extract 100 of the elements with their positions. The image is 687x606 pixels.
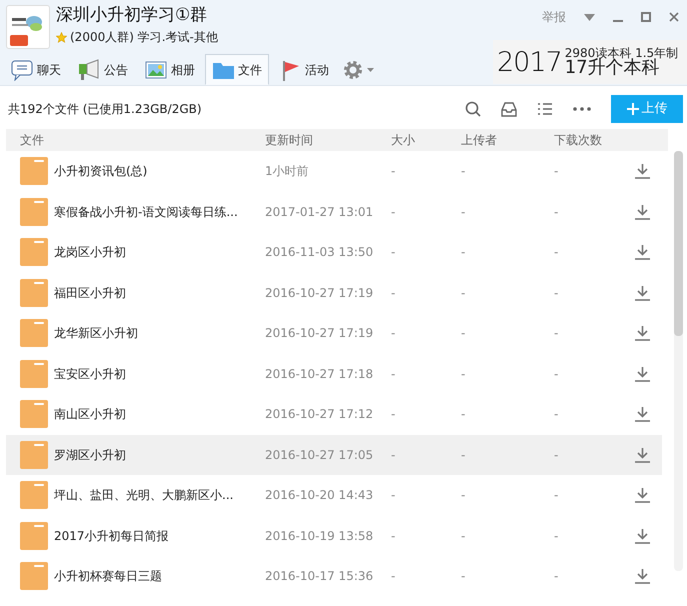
tab[interactable]: 活动 bbox=[272, 54, 336, 85]
column-header[interactable]: 大小 bbox=[391, 133, 415, 147]
ad-text: 2980读本科 1.5年制 bbox=[564, 47, 678, 59]
download-icon[interactable] bbox=[635, 569, 650, 584]
file-row[interactable]: 小升初资讯包(总) 1小时前 - - - bbox=[6, 151, 662, 192]
folder-icon bbox=[20, 360, 48, 388]
table-cell: - bbox=[554, 528, 558, 543]
update-time: 2016-10-27 17:19 bbox=[265, 326, 374, 340]
download-icon[interactable] bbox=[635, 286, 650, 301]
table-cell: - bbox=[461, 366, 466, 381]
download-icon[interactable] bbox=[635, 448, 650, 463]
download-icon[interactable] bbox=[635, 204, 650, 220]
download-icon[interactable] bbox=[635, 326, 650, 342]
table-cell: - bbox=[461, 245, 466, 260]
file-row[interactable]: 南山区小升初 2016-10-27 17:12 - - - bbox=[6, 394, 662, 434]
folder-icon bbox=[20, 198, 48, 226]
dropdown-icon[interactable] bbox=[584, 14, 595, 20]
file-name: 2017小升初每日简报 bbox=[54, 528, 169, 545]
table-cell: - bbox=[554, 448, 558, 462]
update-time: 2016-10-27 17:18 bbox=[265, 366, 374, 381]
star-icon bbox=[56, 32, 67, 42]
column-header[interactable]: 下载次数 bbox=[554, 133, 602, 147]
update-time: 2017-01-27 13:01 bbox=[265, 204, 374, 219]
file-name: 小升初资讯包(总) bbox=[54, 163, 148, 180]
list-view-icon[interactable] bbox=[537, 102, 553, 116]
table-cell: - bbox=[391, 366, 396, 381]
download-icon[interactable] bbox=[635, 488, 650, 504]
table-cell: - bbox=[554, 569, 558, 584]
table-cell: - bbox=[461, 204, 466, 219]
table-cell: - bbox=[391, 488, 396, 502]
file-row[interactable]: 寒假备战小升初-语文阅读每日练... 2017-01-27 13:01 - - - bbox=[6, 192, 662, 232]
tab[interactable]: 公告 bbox=[71, 54, 135, 85]
table-cell: - bbox=[391, 448, 396, 462]
folder-icon bbox=[20, 481, 48, 510]
update-time: 1小时前 bbox=[265, 164, 309, 178]
update-time: 2016-10-27 17:12 bbox=[265, 407, 374, 422]
folder-icon bbox=[20, 522, 48, 550]
download-icon[interactable] bbox=[635, 407, 650, 422]
search-icon[interactable] bbox=[465, 101, 481, 117]
settings-icon[interactable] bbox=[342, 58, 364, 80]
file-summary: 共192个文件 (已使用1.23GB/2GB) bbox=[8, 101, 202, 118]
caret-icon[interactable] bbox=[367, 68, 374, 72]
maximize-icon[interactable] bbox=[641, 12, 651, 22]
folder-icon bbox=[20, 238, 48, 266]
tab[interactable]: 相册 bbox=[138, 54, 202, 85]
plus-icon bbox=[626, 103, 638, 115]
table-cell: - bbox=[554, 245, 558, 260]
tab[interactable]: 聊天 bbox=[4, 54, 68, 85]
table-cell: - bbox=[554, 488, 558, 502]
file-row[interactable]: 龙岗区小升初 2016-11-03 13:50 - - - bbox=[6, 232, 662, 272]
group-name: 深圳小升初学习①群 bbox=[56, 5, 208, 25]
table-cell: - bbox=[391, 569, 396, 584]
table-cell: - bbox=[461, 164, 466, 178]
column-header[interactable]: 更新时间 bbox=[265, 133, 313, 147]
folder-icon bbox=[20, 440, 48, 469]
group-logo bbox=[6, 5, 50, 49]
file-name: 福田区小升初 bbox=[54, 284, 126, 302]
folder-icon bbox=[20, 278, 48, 307]
file-row[interactable]: 2017小升初每日简报 2016-10-19 13:58 - - - bbox=[6, 516, 662, 556]
table-cell: - bbox=[391, 245, 396, 260]
table-cell: - bbox=[554, 326, 558, 340]
update-time: 2016-10-19 13:58 bbox=[265, 528, 374, 543]
folder-icon bbox=[20, 157, 48, 186]
file-name: 宝安区小升初 bbox=[54, 366, 126, 383]
file-name: 龙华新区小升初 bbox=[54, 325, 138, 342]
tab[interactable]: 文件 bbox=[205, 54, 269, 85]
table-cell: - bbox=[461, 407, 466, 422]
scrollbar-thumb[interactable] bbox=[674, 151, 683, 336]
megaphone-icon bbox=[78, 58, 100, 80]
table-cell: - bbox=[461, 528, 466, 543]
file-row[interactable]: 福田区小升初 2016-10-27 17:19 - - - bbox=[6, 272, 662, 313]
column-header[interactable]: 文件 bbox=[20, 133, 44, 147]
inbox-icon[interactable] bbox=[501, 102, 517, 116]
table-cell: - bbox=[554, 407, 558, 422]
download-icon[interactable] bbox=[635, 366, 650, 382]
file-row[interactable]: 罗湖区小升初 2016-10-27 17:05 - - - bbox=[6, 434, 662, 475]
file-row[interactable]: 龙华新区小升初 2016-10-27 17:19 - - - bbox=[6, 313, 662, 354]
file-name: 寒假备战小升初-语文阅读每日练... bbox=[54, 204, 238, 221]
update-time: 2016-11-03 13:50 bbox=[265, 245, 374, 260]
download-icon[interactable] bbox=[635, 164, 650, 180]
download-icon[interactable] bbox=[635, 245, 650, 260]
file-name: 小升初杯赛每日三题 bbox=[54, 568, 162, 586]
column-header[interactable]: 上传者 bbox=[461, 133, 497, 147]
table-cell: - bbox=[391, 164, 396, 178]
file-row[interactable]: 坪山、盐田、光明、大鹏新区小... 2016-10-20 14:43 - - - bbox=[6, 475, 662, 516]
close-icon[interactable] bbox=[669, 12, 679, 22]
file-name: 龙岗区小升初 bbox=[54, 244, 126, 262]
update-time: 2016-10-27 17:19 bbox=[265, 286, 374, 300]
download-icon[interactable] bbox=[635, 528, 650, 544]
folder-icon bbox=[20, 562, 48, 590]
file-name: 坪山、盐田、光明、大鹏新区小... bbox=[54, 487, 234, 504]
group-info: (2000人群) 学习.考试-其他 bbox=[70, 29, 218, 46]
picture-icon bbox=[145, 58, 167, 80]
table-cell: - bbox=[554, 286, 558, 300]
more-icon[interactable] bbox=[573, 107, 591, 111]
table-cell: - bbox=[461, 286, 466, 300]
table-cell: - bbox=[461, 569, 466, 584]
file-row[interactable]: 小升初杯赛每日三题 2016-10-17 15:36 - - - bbox=[6, 556, 662, 596]
file-row[interactable]: 宝安区小升初 2016-10-27 17:18 - - - bbox=[6, 354, 662, 394]
folder-icon bbox=[20, 319, 48, 348]
